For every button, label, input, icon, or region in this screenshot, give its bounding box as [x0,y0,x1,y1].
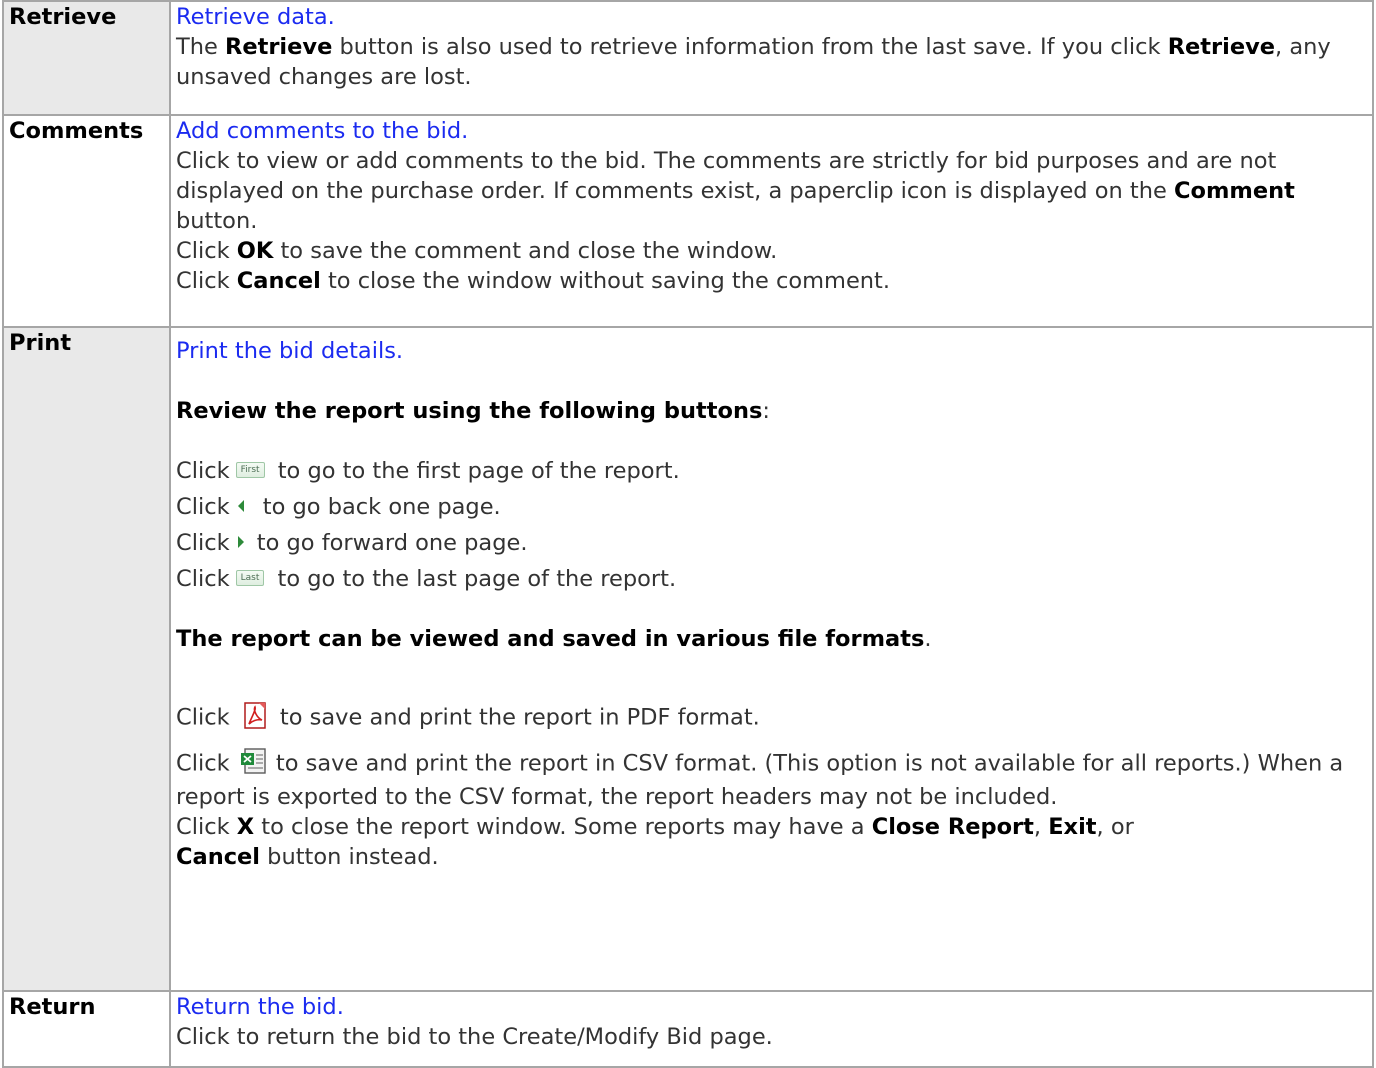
ok-instruction: Click OK to save the comment and close t… [176,238,778,264]
last-page-button-icon: Last [235,569,265,586]
button-name: Retrieve [2,0,171,116]
table-row: Print Print the bid details. Review the … [2,326,1374,992]
pdf-icon [244,702,266,729]
last-instruction: Click Last to go to the last page of the … [176,566,677,592]
csv-instruction: Click to save and print the report in CS… [176,746,1367,812]
forward-instruction: Click to go forward one page. [176,530,528,556]
description-cell: Return the bid. Click to return the bid … [169,990,1374,1068]
first-page-button-icon: First [235,461,265,478]
review-heading: Review the report using the following bu… [176,398,770,424]
csv-icon [240,748,266,774]
button-name: Comments [2,114,171,328]
table-row: Retrieve Retrieve data. The Retrieve but… [2,0,1374,116]
button-reference-table: Retrieve Retrieve data. The Retrieve but… [2,0,1374,1068]
table-row: Comments Add comments to the bid. Click … [2,114,1374,328]
description-cell: Add comments to the bid. Click to view o… [169,114,1374,328]
close-instruction: Click X to close the report window. Some… [176,814,1134,870]
pdf-instruction: Click to save and print the report in PD… [176,700,1367,736]
return-description: Click to return the bid to the Create/Mo… [176,1024,773,1050]
table-row: Return Return the bid. Click to return t… [2,990,1374,1068]
return-link[interactable]: Return the bid. [176,994,344,1020]
comments-link[interactable]: Add comments to the bid. [176,118,468,144]
formats-heading: The report can be viewed and saved in va… [176,626,932,652]
first-instruction: Click First to go to the first page of th… [176,458,680,484]
description-cell: Retrieve data. The Retrieve button is al… [169,0,1374,116]
description-cell: Print the bid details. Review the report… [169,326,1374,992]
back-instruction: Click to go back one page. [176,494,501,520]
triangle-left-icon [237,499,244,512]
retrieve-description: The Retrieve button is also used to retr… [176,34,1331,90]
retrieve-link[interactable]: Retrieve data. [176,4,335,30]
cancel-instruction: Click Cancel to close the window without… [176,268,891,294]
comments-description: Click to view or add comments to the bid… [176,148,1295,234]
print-link[interactable]: Print the bid details. [176,338,403,364]
button-name: Print [2,326,171,992]
button-name: Return [2,990,171,1068]
triangle-right-icon [237,535,244,548]
